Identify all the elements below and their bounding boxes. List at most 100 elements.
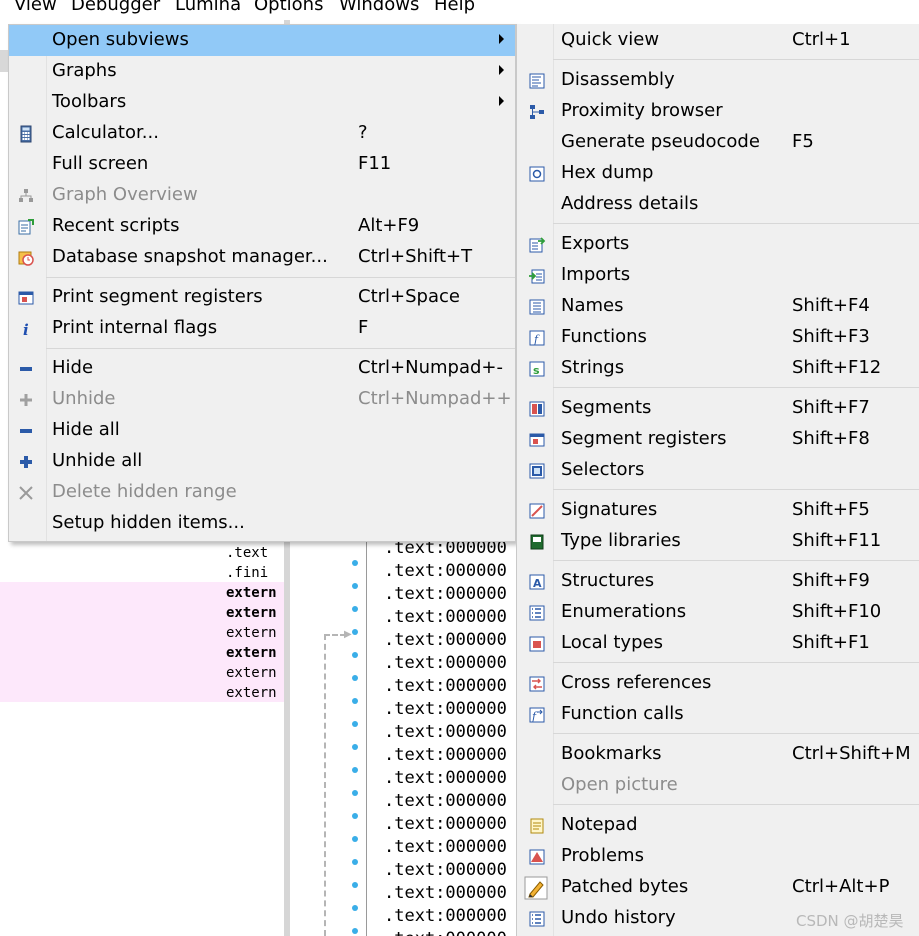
breakpoint-dot[interactable] [352, 813, 358, 819]
menu-item-unhide: Unhide Ctrl+Numpad++ [9, 384, 515, 415]
menu-item-label: Address details [561, 193, 699, 214]
submenu-item-signatures[interactable]: Signatures Shift+F5 [517, 495, 919, 526]
submenu-arrow-icon [499, 65, 504, 75]
submenu-item-structures[interactable]: A Structures Shift+F9 [517, 566, 919, 597]
menu-item-full-screen[interactable]: Full screen F11 [9, 149, 515, 180]
menu-item-hide[interactable]: Hide Ctrl+Numpad+- [9, 353, 515, 384]
breakpoint-dot[interactable] [352, 790, 358, 796]
code-line: .text:000000 [384, 561, 507, 581]
submenu-item-problems[interactable]: Problems [517, 841, 919, 872]
menu-item-label: Graph Overview [52, 184, 198, 205]
submenu-item-generate-pseudocode[interactable]: Generate pseudocode F5 [517, 127, 919, 158]
flow-arrow-line [324, 634, 346, 636]
submenu-item-proximity-browser[interactable]: Proximity browser [517, 96, 919, 127]
menu-item-print-segment-registers[interactable]: Print segment registers Ctrl+Space [9, 282, 515, 313]
submenu-item-quick-view[interactable]: Quick view Ctrl+1 [517, 25, 919, 56]
breakpoint-dot[interactable] [352, 560, 358, 566]
menu-lumina[interactable]: Lumina [175, 0, 241, 14]
code-line: .text:000000 [384, 837, 507, 857]
recent-scripts-icon [17, 218, 35, 236]
menu-item-toolbars[interactable]: Toolbars [9, 87, 515, 118]
breakpoint-dot[interactable] [352, 767, 358, 773]
breakpoint-dot[interactable] [352, 652, 358, 658]
submenu-item-segment-registers[interactable]: Segment registers Shift+F8 [517, 424, 919, 455]
function-calls-icon: f [528, 706, 546, 724]
submenu-item-open-picture: Open picture [517, 770, 919, 801]
code-line: .text:000000 [384, 699, 507, 719]
segment-name: .fini [226, 565, 269, 581]
submenu-item-local-types[interactable]: Local types Shift+F1 [517, 628, 919, 659]
breakpoint-dot[interactable] [352, 675, 358, 681]
breakpoint-dot[interactable] [352, 721, 358, 727]
breakpoint-dot[interactable] [352, 744, 358, 750]
submenu-item-function-calls[interactable]: f Function calls [517, 699, 919, 730]
submenu-item-hex-dump[interactable]: Hex dump [517, 158, 919, 189]
segment-registers-icon [17, 289, 35, 307]
strings-icon: s [528, 360, 546, 378]
code-line: .text:000000 [384, 860, 507, 880]
menu-item-label: Toolbars [52, 91, 127, 112]
breakpoint-dot[interactable] [352, 928, 358, 934]
code-line: .text:000000 [384, 745, 507, 765]
submenu-item-imports[interactable]: Imports [517, 260, 919, 291]
menu-item-shortcut: Alt+F9 [358, 215, 420, 236]
menu-windows[interactable]: Windows [339, 0, 419, 14]
menu-item-label: Open picture [561, 774, 678, 795]
minus-icon [17, 360, 35, 378]
submenu-item-bookmarks[interactable]: Bookmarks Ctrl+Shift+M [517, 739, 919, 770]
menu-separator [553, 733, 919, 734]
menu-item-setup-hidden-items[interactable]: Setup hidden items... [9, 508, 515, 539]
submenu-item-type-libraries[interactable]: Type libraries Shift+F11 [517, 526, 919, 557]
menu-item-unhide-all[interactable]: Unhide all [9, 446, 515, 477]
menu-separator [46, 277, 515, 278]
segment-name: extern [226, 685, 277, 701]
submenu-item-cross-references[interactable]: Cross references [517, 668, 919, 699]
submenu-item-enumerations[interactable]: Enumerations Shift+F10 [517, 597, 919, 628]
menu-item-hide-all[interactable]: Hide all [9, 415, 515, 446]
submenu-item-selectors[interactable]: Selectors [517, 455, 919, 486]
submenu-item-exports[interactable]: Exports [517, 229, 919, 260]
breakpoint-dot[interactable] [352, 629, 358, 635]
menu-item-print-internal-flags[interactable]: i Print internal flags F [9, 313, 515, 344]
menu-item-shortcut: Shift+F1 [792, 632, 870, 653]
flow-gutter-line [366, 540, 367, 936]
snapshot-icon [17, 249, 35, 267]
menu-options[interactable]: Options [254, 0, 323, 14]
submenu-item-names[interactable]: Names Shift+F4 [517, 291, 919, 322]
functions-icon: f [528, 329, 546, 347]
segment-name: extern [226, 585, 277, 601]
submenu-item-strings[interactable]: s Strings Shift+F12 [517, 353, 919, 384]
breakpoint-dot[interactable] [352, 882, 358, 888]
menu-item-shortcut: Ctrl+Space [358, 286, 460, 307]
breakpoint-dot[interactable] [352, 698, 358, 704]
menu-debugger[interactable]: Debugger [71, 0, 160, 14]
segments-icon [528, 400, 546, 418]
menu-item-graphs[interactable]: Graphs [9, 56, 515, 87]
menu-item-recent-scripts[interactable]: Recent scripts Alt+F9 [9, 211, 515, 242]
submenu-item-notepad[interactable]: Notepad [517, 810, 919, 841]
breakpoint-dot[interactable] [352, 836, 358, 842]
imports-icon [528, 267, 546, 285]
menu-item-label: Bookmarks [561, 743, 662, 764]
breakpoint-dot[interactable] [352, 859, 358, 865]
menu-item-calculator[interactable]: Calculator... ? [9, 118, 515, 149]
menu-item-open-subviews[interactable]: Open subviews [9, 25, 515, 56]
menu-item-shortcut: Shift+F12 [792, 357, 882, 378]
submenu-item-segments[interactable]: Segments Shift+F7 [517, 393, 919, 424]
submenu-item-address-details[interactable]: Address details [517, 189, 919, 220]
breakpoint-dot[interactable] [352, 905, 358, 911]
menu-separator [553, 223, 919, 224]
menu-help[interactable]: Help [434, 0, 475, 14]
submenu-item-disassembly[interactable]: Disassembly [517, 65, 919, 96]
menu-item-label: Names [561, 295, 624, 316]
menu-item-database-snapshot-manager[interactable]: Database snapshot manager... Ctrl+Shift+… [9, 242, 515, 273]
menu-view[interactable]: View [14, 0, 57, 14]
submenu-item-patched-bytes[interactable]: Patched bytes Ctrl+Alt+P [517, 872, 919, 903]
submenu-item-functions[interactable]: f Functions Shift+F3 [517, 322, 919, 353]
names-icon [528, 298, 546, 316]
breakpoint-dot[interactable] [352, 606, 358, 612]
breakpoint-dot[interactable] [352, 583, 358, 589]
segment-registers-icon [528, 431, 546, 449]
menu-item-shortcut: Ctrl+Shift+T [358, 246, 473, 267]
flow-arrow-line [324, 634, 326, 936]
